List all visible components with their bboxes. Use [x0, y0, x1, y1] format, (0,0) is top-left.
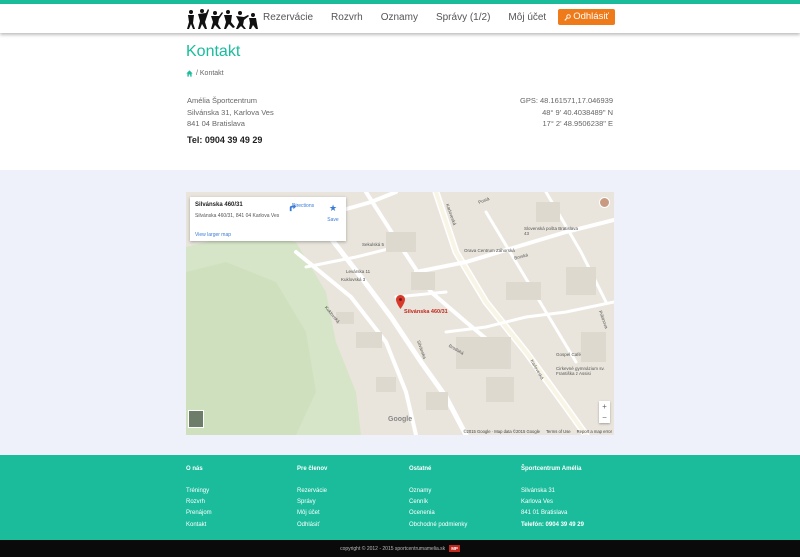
footer-link[interactable]: Správy [297, 497, 327, 508]
footer-address-line: Silvánska 31 [521, 488, 556, 494]
footer-link[interactable]: Cenník [409, 497, 467, 508]
footer-link[interactable]: Obchodné podmienky [409, 520, 467, 531]
footer-link[interactable]: Odhlásiť [297, 520, 327, 531]
footer-link[interactable]: Kontakt [186, 520, 212, 531]
address-block: Amélia Športcentrum Silvánska 31, Karlov… [187, 95, 274, 130]
google-map[interactable]: Sekulská 5 Levárska 11 Kuklovská 3 Kuklo… [186, 192, 614, 435]
map-label: Orava Centrum Záhorská [464, 248, 515, 253]
home-icon[interactable] [186, 70, 193, 77]
directions-button[interactable]: Directions [288, 203, 318, 212]
report-error-link[interactable]: Report a map error [577, 429, 612, 434]
footer-col-contact: Športcentrum Amélia Silvánska 31 Karlova… [521, 466, 584, 531]
footer-col-title: O nás [186, 466, 203, 472]
footer-phone: Telefón: 0904 39 49 29 [521, 521, 584, 528]
contact-street: Silvánska 31, Karlova Ves [187, 107, 274, 117]
place-address: Silvánska 460/31, 841 04 Karlova Ves [195, 213, 280, 219]
nav-rozvrh[interactable]: Rozvrh [331, 12, 363, 23]
footer-link[interactable]: Tréningy [186, 486, 212, 497]
map-label: Kuklovská 3 [341, 277, 366, 282]
map-attribution: ©2015 Google · Map data ©2015 Google Ter… [463, 429, 612, 434]
map-data-credit: ©2015 Google · Map data ©2015 Google [463, 429, 540, 434]
footer-address-line: 841 01 Bratislava [521, 510, 568, 517]
zoom-out-button[interactable]: − [599, 412, 610, 423]
footer: O nás Tréningy Rozvrh Prenájom Kontakt P… [0, 455, 800, 540]
view-larger-map-link[interactable]: View larger map [195, 232, 231, 238]
map-label: Cirkevné gymnázium sv. Františka z Assis… [556, 366, 605, 376]
header: Rezervácie Rozvrh Oznamy Správy (1/2) Mô… [0, 4, 800, 33]
map-label: Gospel Café [556, 352, 582, 357]
footer-address-line: Karlova Ves [521, 499, 554, 506]
terms-link[interactable]: Terms of Use [546, 429, 571, 434]
logout-button[interactable]: Odhlásiť [558, 9, 615, 25]
page-title: Kontakt [186, 43, 241, 60]
footer-col-other: Ostatné Oznamy Cenník Ocenenia Obchodné … [409, 466, 467, 531]
contact-name: Amélia Športcentrum [187, 96, 258, 105]
footer-link[interactable]: Prenájom [186, 508, 212, 519]
footer-col-title: Športcentrum Amélia [521, 466, 582, 472]
avatar[interactable] [599, 197, 610, 208]
gps-block: GPS: 48.161571,17.046939 48° 9' 40.40384… [520, 95, 613, 130]
gps-longitude: 17° 2' 48.9506238" E [542, 119, 614, 128]
nav-moj-ucet[interactable]: Môj účet [508, 12, 546, 23]
footer-link[interactable]: Rezervácie [297, 486, 327, 497]
zoom-in-button[interactable]: + [599, 401, 610, 412]
footer-link[interactable]: Rozvrh [186, 497, 212, 508]
copyright-bar: copyright © 2012 - 2015 sportcentrumamel… [0, 540, 800, 557]
map-place-card: Silvánska 460/31 Silvánska 460/31, 841 0… [190, 197, 346, 241]
map-pin-icon[interactable] [396, 295, 405, 309]
author-badge[interactable]: MP [449, 545, 460, 552]
main-nav: Rezervácie Rozvrh Oznamy Správy (1/2) Mô… [245, 9, 615, 25]
map-label: Slovenská pošta Bratislava 43 [524, 226, 579, 236]
map-pin-label: Silvánska 460/31 [404, 309, 448, 315]
footer-col-title: Ostatné [409, 466, 432, 472]
breadcrumb-current: / Kontakt [196, 70, 224, 77]
gps-decimal: GPS: 48.161571,17.046939 [520, 96, 613, 105]
gps-latitude: 48° 9' 40.4038489" N [542, 107, 613, 117]
footer-col-members: Pre členov Rezervácie Správy Môj účet Od… [297, 466, 327, 531]
copyright-text: copyright © 2012 - 2015 sportcentrumamel… [340, 545, 446, 552]
save-label: Save [327, 217, 339, 223]
zoom-control: + − [599, 401, 610, 423]
contact-telephone: Tel: 0904 39 49 29 [187, 135, 263, 145]
logout-label: Odhlásiť [573, 11, 609, 22]
nav-rezervacie[interactable]: Rezervácie [263, 12, 313, 23]
nav-spravy[interactable]: Správy (1/2) [436, 12, 490, 23]
contact-city: 841 04 Bratislava [187, 119, 245, 128]
footer-col-title: Pre členov [297, 466, 328, 472]
footer-link[interactable]: Oznamy [409, 486, 467, 497]
star-icon: ★ [328, 203, 338, 213]
breadcrumb: / Kontakt [186, 70, 224, 77]
footer-col-about: O nás Tréningy Rozvrh Prenájom Kontakt [186, 466, 212, 531]
google-logo: Google [388, 416, 413, 423]
save-button[interactable]: ★ Save [323, 203, 343, 223]
nav-oznamy[interactable]: Oznamy [381, 12, 418, 23]
map-label: Sekulská 5 [362, 242, 385, 247]
satellite-toggle[interactable] [188, 410, 204, 428]
place-title: Silvánska 460/31 [195, 202, 243, 208]
map-label: Levárska 11 [346, 269, 371, 274]
key-icon [564, 13, 571, 21]
footer-link[interactable]: Môj účet [297, 508, 327, 519]
footer-link[interactable]: Ocenenia [409, 508, 467, 519]
directions-icon [289, 203, 297, 212]
